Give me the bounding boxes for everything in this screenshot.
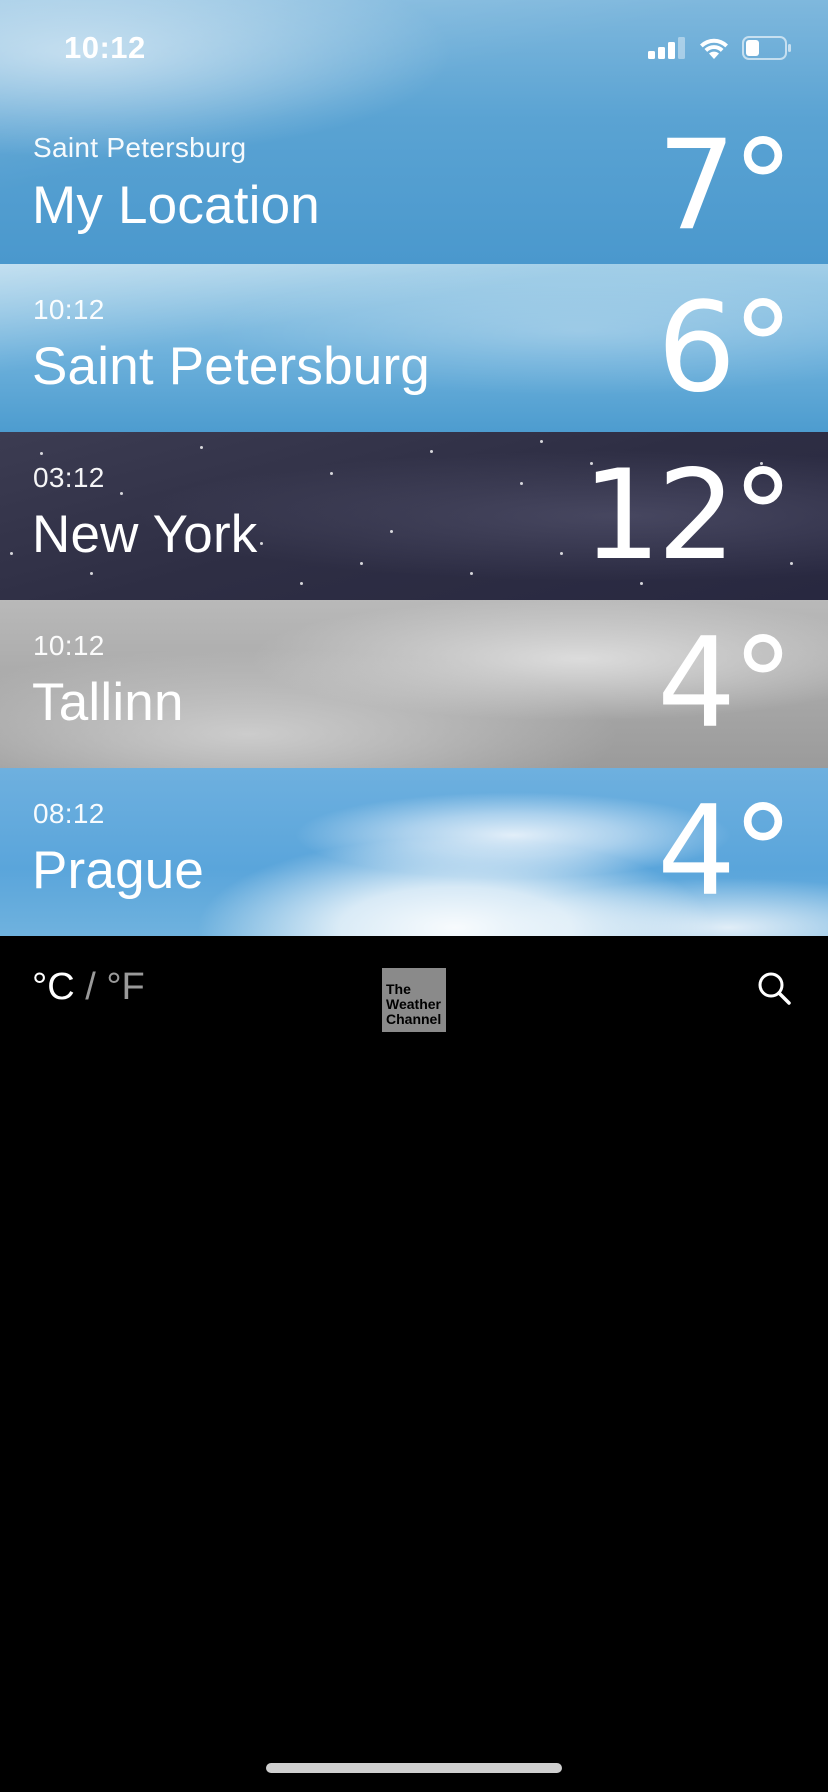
- weather-channel-logo[interactable]: The Weather Channel: [382, 968, 446, 1032]
- search-button[interactable]: [756, 970, 796, 1010]
- city-list: Saint Petersburg My Location 7° 10:12 Sa…: [0, 0, 828, 936]
- battery-icon: [742, 36, 791, 60]
- city-row-tallinn[interactable]: 10:12 Tallinn 4°: [0, 600, 828, 768]
- city-local-time: 10:12: [33, 294, 105, 325]
- city-name: Tallinn: [32, 673, 184, 732]
- city-local-time: 03:12: [33, 462, 105, 493]
- city-temperature: 4°: [657, 780, 794, 924]
- wifi-icon: [700, 38, 728, 59]
- city-row-prague[interactable]: 08:12 Prague 4°: [0, 768, 828, 936]
- home-indicator[interactable]: [266, 1763, 562, 1773]
- city-subtitle: Saint Petersburg: [33, 132, 247, 163]
- city-row-saint-petersburg[interactable]: 10:12 Saint Petersburg 6°: [0, 264, 828, 432]
- city-row-new-york[interactable]: 03:12 New York 12°: [0, 432, 828, 600]
- city-local-time: 10:12: [33, 630, 105, 661]
- bottom-toolbar: °C / °F The Weather Channel: [0, 936, 828, 1056]
- city-temperature: 4°: [657, 612, 794, 756]
- logo-line: Weather: [386, 996, 441, 1012]
- status-icons: [648, 36, 792, 60]
- logo-line: The: [386, 981, 411, 997]
- city-temperature: 6°: [657, 276, 794, 420]
- signal-icon: [648, 37, 685, 59]
- fahrenheit-unit[interactable]: °F: [106, 966, 144, 1008]
- search-icon: [758, 972, 791, 1005]
- city-name: Saint Petersburg: [32, 337, 430, 396]
- city-temperature: 7°: [657, 114, 794, 258]
- city-local-time: 08:12: [33, 798, 105, 829]
- celsius-unit[interactable]: °C: [32, 966, 75, 1008]
- city-name: My Location: [32, 176, 320, 235]
- city-name: Prague: [32, 841, 205, 900]
- city-temperature: 12°: [582, 444, 794, 588]
- temperature-unit-toggle[interactable]: °C / °F: [32, 966, 145, 1009]
- status-time: 10:12: [64, 30, 146, 65]
- unit-separator: /: [74, 966, 107, 1008]
- status-bar: 10:12: [0, 0, 828, 100]
- city-name: New York: [32, 505, 258, 564]
- logo-line: Channel: [386, 1011, 442, 1027]
